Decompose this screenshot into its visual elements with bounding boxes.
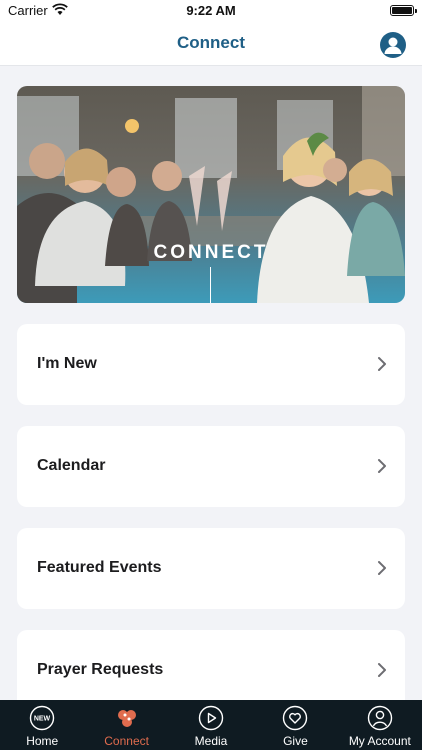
tab-give[interactable]: Give bbox=[253, 700, 337, 750]
menu-item-calendar[interactable]: Calendar bbox=[17, 426, 405, 507]
status-bar: Carrier 9:22 AM bbox=[0, 0, 422, 22]
menu-item-label: I'm New bbox=[37, 355, 97, 372]
connect-cluster-icon bbox=[117, 710, 136, 727]
tab-label: Connect bbox=[104, 734, 149, 748]
menu-item-im-new[interactable]: I'm New bbox=[17, 324, 405, 405]
tab-my-account[interactable]: My Account bbox=[338, 700, 422, 750]
content-scroll[interactable]: CONNECT I'm New Calendar Featured Events… bbox=[0, 67, 422, 700]
new-badge-icon: NEW bbox=[30, 705, 55, 731]
new-badge-text: NEW bbox=[34, 716, 51, 723]
hero-banner[interactable]: CONNECT bbox=[17, 86, 405, 303]
account-button[interactable] bbox=[380, 32, 406, 58]
page-title: Connect bbox=[177, 33, 245, 52]
nav-bar: Connect bbox=[0, 22, 422, 66]
tab-media[interactable]: Media bbox=[169, 700, 253, 750]
battery-icon bbox=[390, 5, 417, 16]
tab-connect[interactable]: Connect bbox=[84, 700, 168, 750]
tab-label: Home bbox=[26, 734, 59, 748]
play-circle-icon bbox=[198, 705, 224, 731]
person-circle-icon bbox=[367, 705, 393, 731]
tab-label: My Account bbox=[348, 734, 411, 748]
menu-item-label: Featured Events bbox=[37, 559, 162, 576]
tab-label: Give bbox=[283, 734, 308, 748]
menu-item-prayer-requests[interactable]: Prayer Requests bbox=[17, 630, 405, 700]
menu-item-label: Prayer Requests bbox=[37, 661, 164, 678]
person-icon bbox=[384, 37, 402, 54]
menu-item-label: Calendar bbox=[37, 457, 106, 474]
chevron-right-icon bbox=[378, 561, 386, 575]
hero-photo bbox=[17, 86, 405, 303]
tab-home[interactable]: NEW Home bbox=[0, 700, 84, 750]
menu-item-featured-events[interactable]: Featured Events bbox=[17, 528, 405, 609]
tab-bar: NEW Home Connect Media Give My Account bbox=[0, 700, 422, 750]
hero-caption: CONNECT bbox=[153, 242, 269, 263]
chevron-right-icon bbox=[378, 459, 386, 473]
clock: 9:22 AM bbox=[186, 3, 236, 18]
chevron-right-icon bbox=[378, 357, 386, 371]
chevron-right-icon bbox=[378, 663, 386, 677]
heart-circle-icon bbox=[283, 705, 308, 731]
tab-label: Media bbox=[194, 734, 228, 748]
hero-divider bbox=[210, 267, 211, 303]
